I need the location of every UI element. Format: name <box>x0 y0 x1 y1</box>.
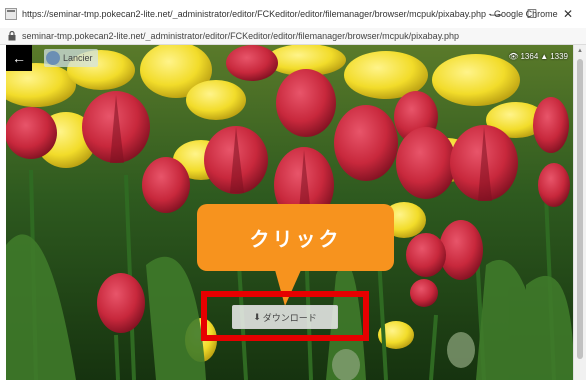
download-count-icon: ▲ <box>540 52 549 61</box>
author-chip[interactable]: Lancier <box>44 49 98 67</box>
window-controls: — ☐ ✕ <box>478 0 586 28</box>
browser-title-bar: https://seminar-tmp.pokecan2-lite.net/_a… <box>0 0 586 29</box>
eye-icon: 👁 <box>508 52 519 61</box>
close-button[interactable]: ✕ <box>550 0 586 28</box>
callout-text: クリック <box>249 229 342 251</box>
image-stats: 👁 1364 ▲ 1339 <box>508 52 568 61</box>
address-bar[interactable]: seminar-tmp.pokecan2-lite.net/_administr… <box>0 28 586 45</box>
back-button[interactable]: ← <box>6 45 32 71</box>
scrollbar[interactable]: ▲ <box>573 45 586 380</box>
author-name: Lancier <box>63 53 93 63</box>
avatar <box>46 51 60 65</box>
download-icon: ⬇ <box>253 311 261 322</box>
download-count: 1339 <box>550 52 568 61</box>
page-icon <box>5 8 17 20</box>
download-label: ダウンロード <box>262 312 317 323</box>
maximize-button[interactable]: ☐ <box>514 0 550 28</box>
download-button[interactable]: ⬇ ダウンロード <box>232 305 338 329</box>
scroll-thumb[interactable] <box>577 59 583 359</box>
minimize-button[interactable]: — <box>478 0 514 28</box>
lock-icon <box>8 31 16 41</box>
view-count: 1364 <box>520 52 539 61</box>
click-callout: クリック <box>197 204 394 271</box>
url-text[interactable]: seminar-tmp.pokecan2-lite.net/_administr… <box>22 31 459 41</box>
scroll-up-arrow-icon[interactable]: ▲ <box>576 47 584 55</box>
